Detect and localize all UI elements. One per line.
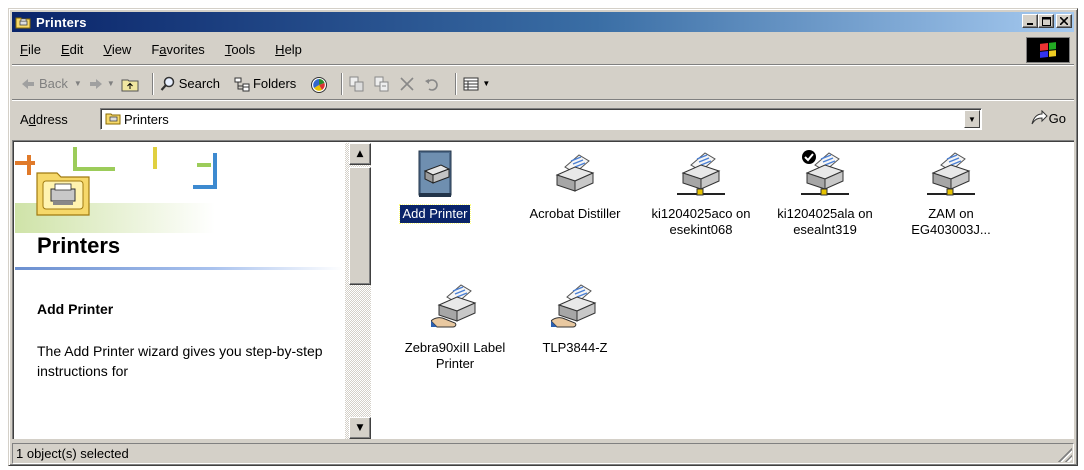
address-label-rest: dress xyxy=(35,111,68,127)
web-view-pane: Printers Add Printer The Add Printer wiz… xyxy=(15,143,343,439)
move-to-button[interactable] xyxy=(349,76,368,92)
menu-bar: File Edit View Favorites Tools Help xyxy=(12,35,1074,65)
printer-item-label: ZAM on EG403003J... xyxy=(911,206,991,237)
printer-item-label: ki1204025ala on esealnt319 xyxy=(777,206,873,237)
views-dropdown-icon: ▼ xyxy=(482,79,491,88)
pane-description: The Add Printer wizard gives you step-by… xyxy=(37,343,323,379)
network-printer-icon xyxy=(677,149,725,197)
network-printer-icon xyxy=(927,149,975,197)
delete-button[interactable] xyxy=(399,76,418,92)
search-button[interactable]: Search xyxy=(160,76,220,92)
toolbar-separator xyxy=(455,72,458,95)
printers-window: Printers File Edit View Favorites Tools … xyxy=(8,8,1078,466)
address-value: Printers xyxy=(124,111,169,127)
windows-logo xyxy=(1026,37,1070,63)
views-icon xyxy=(463,76,479,92)
shared-printer-icon xyxy=(550,283,599,331)
folder-content: Printers Add Printer The Add Printer wiz… xyxy=(12,140,1074,439)
forward-dropdown-icon[interactable]: ▼ xyxy=(107,79,115,88)
forward-arrow-icon xyxy=(88,76,104,92)
history-icon xyxy=(310,76,328,93)
go-arrow-icon xyxy=(1030,109,1048,126)
address-dropdown-button[interactable]: ▼ xyxy=(964,110,980,128)
printer-item-label: TLP3844-Z xyxy=(542,340,608,355)
printer-item-label: Zebra90xiII Label Printer xyxy=(404,340,506,371)
menu-help[interactable]: Help xyxy=(275,42,302,57)
minimize-button[interactable] xyxy=(1022,14,1038,28)
menu-view[interactable]: View xyxy=(103,42,131,57)
pane-subtitle: Add Printer xyxy=(37,301,114,317)
pane-title: Printers xyxy=(37,233,121,258)
printer-item-label: ki1204025aco on esekint068 xyxy=(651,206,751,237)
undo-button[interactable] xyxy=(424,76,443,92)
move-to-icon xyxy=(349,76,365,92)
copy-to-icon xyxy=(374,76,390,92)
back-dropdown-icon[interactable]: ▼ xyxy=(74,79,82,88)
title-bar[interactable]: Printers xyxy=(12,12,1074,32)
resize-grip[interactable] xyxy=(1058,448,1072,462)
back-button[interactable]: Back ▼ xyxy=(20,76,82,92)
printer-list: Add Printer Acrobat Distiller ki1204025a… xyxy=(375,143,1074,439)
toolbar-separator xyxy=(151,72,154,95)
menu-file[interactable]: File xyxy=(20,42,41,57)
status-bar: 1 object(s) selected xyxy=(12,443,1074,464)
scroll-up-button[interactable]: ▲ xyxy=(349,143,371,165)
up-folder-icon xyxy=(121,76,139,92)
scroll-down-button[interactable]: ▼ xyxy=(349,417,371,439)
printer-item-label: Add Printer xyxy=(399,204,471,224)
menu-tools[interactable]: Tools xyxy=(225,42,255,57)
printer-item-ki1204025aco[interactable]: ki1204025aco on esekint068 xyxy=(641,149,761,239)
address-label: Address xyxy=(20,111,68,127)
close-button[interactable] xyxy=(1056,14,1072,28)
forward-button[interactable]: ▼ xyxy=(88,76,115,92)
printer-item-label: Acrobat Distiller xyxy=(529,206,621,221)
back-arrow-icon xyxy=(20,76,36,92)
search-icon xyxy=(160,76,176,92)
maximize-button[interactable] xyxy=(1038,14,1054,28)
toolbar-separator xyxy=(341,72,344,95)
printer-icon xyxy=(551,149,599,197)
copy-to-button[interactable] xyxy=(374,76,393,92)
folders-button[interactable]: Folders xyxy=(234,76,296,92)
default-network-printer-icon xyxy=(801,149,849,197)
menu-edit[interactable]: Edit xyxy=(61,42,83,57)
printer-item-zebra90xiii[interactable]: Zebra90xiII Label Printer xyxy=(395,283,515,373)
printer-item-ki1204025ala[interactable]: ki1204025ala on esealnt319 xyxy=(765,149,885,239)
windows-flag-icon xyxy=(1040,42,1056,58)
window-title: Printers xyxy=(36,14,87,30)
add-printer-icon xyxy=(411,149,459,197)
up-folder-button[interactable] xyxy=(121,76,140,92)
undo-icon xyxy=(424,76,440,92)
history-button[interactable] xyxy=(310,76,329,93)
go-button[interactable]: Go xyxy=(1030,109,1066,126)
shared-printer-icon xyxy=(430,283,479,331)
address-input[interactable]: Printers ▼ xyxy=(100,108,982,130)
printer-item-add-printer[interactable]: Add Printer xyxy=(375,149,495,224)
vertical-scrollbar[interactable]: ▲ ▼ xyxy=(345,143,371,439)
printers-folder-icon xyxy=(105,111,121,127)
printer-item-zam[interactable]: ZAM on EG403003J... xyxy=(891,149,1011,239)
printer-item-acrobat-distiller[interactable]: Acrobat Distiller xyxy=(515,149,635,223)
printer-item-tlp3844-z[interactable]: TLP3844-Z xyxy=(515,283,635,357)
delete-x-icon xyxy=(399,76,415,92)
menu-favorites[interactable]: Favorites xyxy=(151,42,204,57)
address-bar: Address Printers ▼ Go xyxy=(12,104,1074,134)
pane-divider xyxy=(15,267,343,270)
standard-toolbar: Back ▼ ▼ Search Folders ▼ xyxy=(12,68,1074,100)
views-button[interactable]: ▼ xyxy=(463,76,490,92)
printers-folder-icon xyxy=(15,15,31,29)
status-text: 1 object(s) selected xyxy=(16,446,129,461)
folders-icon xyxy=(234,76,250,92)
scroll-thumb[interactable] xyxy=(349,167,371,285)
